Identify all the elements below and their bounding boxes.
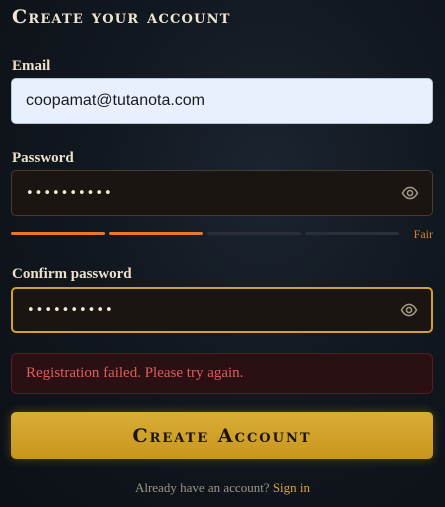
confirm-password-label: Confirm password (12, 266, 132, 282)
strength-segment (109, 232, 203, 235)
signin-prompt-text: Already have an account? (134, 480, 270, 495)
password-strength-label: Fair (413, 227, 433, 241)
error-alert: Registration failed. Please try again. (11, 353, 433, 394)
email-value: coopamat@tutanota.com (26, 92, 206, 109)
strength-segment (305, 232, 399, 235)
eye-icon[interactable] (400, 301, 418, 319)
password-masked-value: •••••••••• (26, 185, 113, 201)
email-label: Email (12, 58, 51, 74)
error-message: Registration failed. Please try again. (26, 365, 244, 381)
confirm-password-field[interactable]: •••••••••• (11, 287, 433, 333)
signin-prompt: Already have an account? Sign in (0, 480, 445, 496)
strength-segment (207, 232, 301, 235)
signin-link[interactable]: Sign in (273, 480, 310, 495)
form-title: Create your account (12, 6, 231, 28)
create-account-button-label: Create Account (132, 424, 312, 447)
email-field[interactable]: coopamat@tutanota.com (11, 78, 433, 124)
password-label: Password (12, 150, 74, 166)
create-account-button[interactable]: Create Account (11, 412, 433, 459)
password-strength-meter (11, 232, 399, 236)
confirm-password-masked-value: •••••••••• (27, 302, 114, 318)
strength-segment (11, 232, 105, 235)
eye-icon[interactable] (401, 184, 419, 202)
password-field[interactable]: •••••••••• (11, 170, 433, 216)
